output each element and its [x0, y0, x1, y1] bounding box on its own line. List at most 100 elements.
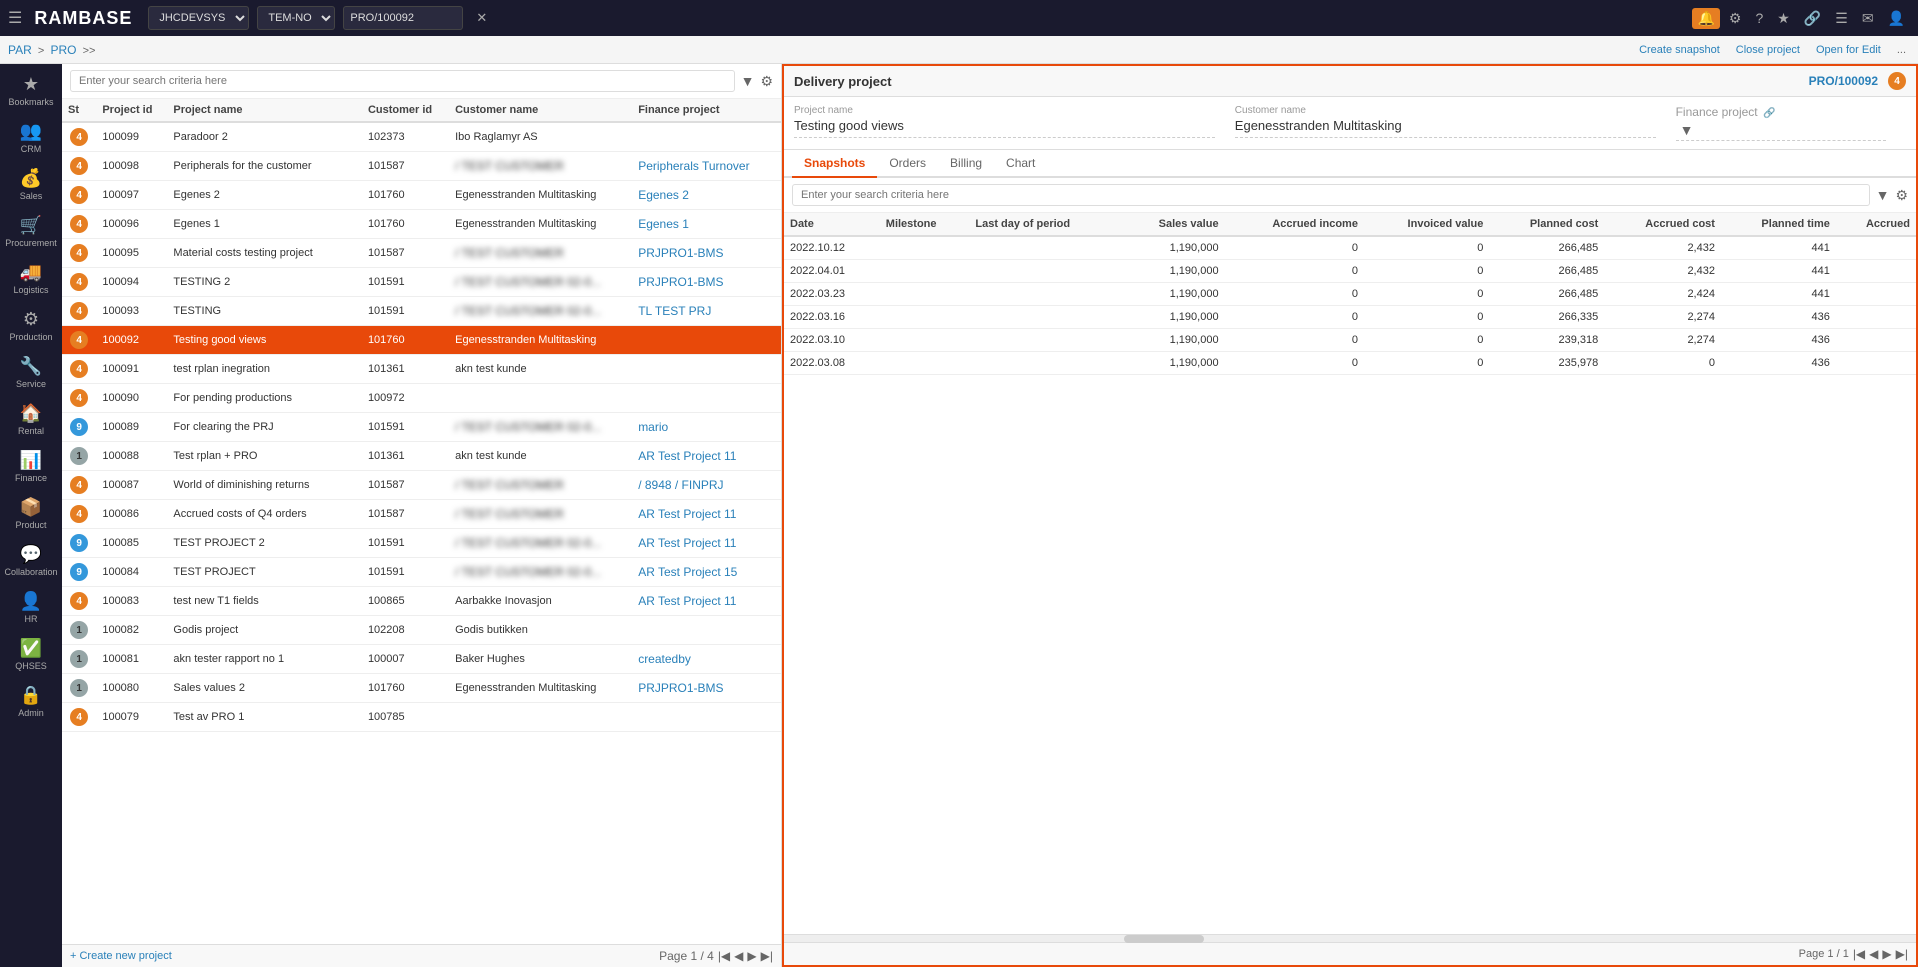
mail-icon[interactable]: ✉: [1857, 8, 1879, 29]
table-row[interactable]: 9 100089 For clearing the PRJ 101591 / T…: [62, 413, 781, 442]
finance-link[interactable]: Egenes 2: [638, 188, 689, 202]
alert-icon[interactable]: 🔔: [1692, 8, 1719, 29]
snapshot-row[interactable]: 2022.03.10 1,190,000 0 0 239,318 2,274 4…: [784, 329, 1916, 352]
finance-dropdown-icon[interactable]: ▼: [1680, 122, 1694, 138]
table-row[interactable]: 4 100090 For pending productions 100972: [62, 384, 781, 413]
finance-project-value[interactable]: ▼: [1676, 121, 1886, 141]
lang-dropdown[interactable]: TEM-NO: [257, 6, 335, 30]
table-row[interactable]: 4 100099 Paradoor 2 102373 Ibo Raglamyr …: [62, 122, 781, 152]
snapshot-row[interactable]: 2022.03.08 1,190,000 0 0 235,978 0 436: [784, 352, 1916, 375]
finance-link[interactable]: / 8948 / FINPRJ: [638, 478, 723, 492]
favorites-icon[interactable]: ★: [1772, 8, 1795, 29]
sidebar-item-finance[interactable]: 📊 Finance: [3, 444, 59, 489]
detail-page-first-button[interactable]: |◀: [1853, 947, 1865, 961]
detail-doc-id[interactable]: PRO/100092: [1809, 74, 1878, 88]
col-header-finproj[interactable]: Finance project: [632, 99, 781, 122]
col-header-projid[interactable]: Project id: [96, 99, 167, 122]
table-row[interactable]: 4 100093 TESTING 101591 / TEST CUSTOMER …: [62, 297, 781, 326]
table-row[interactable]: 1 100081 akn tester rapport no 1 100007 …: [62, 645, 781, 674]
table-row[interactable]: 4 100092 Testing good views 101760 Egene…: [62, 326, 781, 355]
table-row[interactable]: 4 100094 TESTING 2 101591 / TEST CUSTOME…: [62, 268, 781, 297]
doc-search-input[interactable]: [343, 6, 463, 30]
finance-link[interactable]: PRJPRO1-BMS: [638, 681, 723, 695]
project-name-value[interactable]: Testing good views: [794, 118, 1215, 138]
sidebar-item-rental[interactable]: 🏠 Rental: [3, 397, 59, 442]
col-header-custid[interactable]: Customer id: [362, 99, 449, 122]
snapshot-row[interactable]: 2022.03.23 1,190,000 0 0 266,485 2,424 4…: [784, 283, 1916, 306]
finance-link[interactable]: createdby: [638, 652, 691, 666]
finance-link[interactable]: AR Test Project 11: [638, 594, 736, 608]
open-for-edit-button[interactable]: Open for Edit: [1812, 42, 1885, 58]
create-snapshot-button[interactable]: Create snapshot: [1635, 42, 1724, 58]
table-row[interactable]: 4 100098 Peripherals for the customer 10…: [62, 152, 781, 181]
finance-link[interactable]: Egenes 1: [638, 217, 689, 231]
finance-link[interactable]: PRJPRO1-BMS: [638, 275, 723, 289]
table-row[interactable]: 1 100088 Test rplan + PRO 101361 akn tes…: [62, 442, 781, 471]
table-row[interactable]: 4 100079 Test av PRO 1 100785: [62, 703, 781, 732]
list-filter-icon[interactable]: ▼: [741, 73, 755, 89]
sidebar-item-production[interactable]: ⚙ Production: [3, 303, 59, 348]
finance-link[interactable]: AR Test Project 11: [638, 507, 736, 521]
create-new-project-button[interactable]: + Create new project: [70, 950, 172, 962]
sidebar-item-crm[interactable]: 👥 CRM: [3, 115, 59, 160]
sidebar-item-bookmarks[interactable]: ★ Bookmarks: [3, 68, 59, 113]
snapshot-row[interactable]: 2022.04.01 1,190,000 0 0 266,485 2,432 4…: [784, 260, 1916, 283]
customer-name-value[interactable]: Egenesstranden Multitasking: [1235, 118, 1656, 138]
table-row[interactable]: 4 100083 test new T1 fields 100865 Aarba…: [62, 587, 781, 616]
sidebar-item-product[interactable]: 📦 Product: [3, 491, 59, 536]
menu-icon[interactable]: ☰: [8, 8, 22, 28]
col-header-projname[interactable]: Project name: [167, 99, 362, 122]
col-header-custname[interactable]: Customer name: [449, 99, 632, 122]
table-row[interactable]: 1 100080 Sales values 2 101760 Egenesstr…: [62, 674, 781, 703]
table-row[interactable]: 4 100087 World of diminishing returns 10…: [62, 471, 781, 500]
detail-page-next-button[interactable]: ▶: [1882, 947, 1891, 961]
list-search-input[interactable]: [70, 70, 735, 92]
help-icon[interactable]: ?: [1750, 8, 1768, 28]
finance-external-link-icon[interactable]: 🔗: [1763, 108, 1775, 119]
table-row[interactable]: 4 100086 Accrued costs of Q4 orders 1015…: [62, 500, 781, 529]
more-actions-button[interactable]: ...: [1893, 42, 1910, 58]
breadcrumb-pro[interactable]: PRO: [50, 43, 76, 57]
settings-icon[interactable]: ⚙: [1724, 8, 1747, 29]
snapshot-row[interactable]: 2022.03.16 1,190,000 0 0 266,335 2,274 4…: [784, 306, 1916, 329]
page-last-button[interactable]: ▶|: [761, 949, 773, 963]
finance-link[interactable]: AR Test Project 11: [638, 449, 736, 463]
system-dropdown[interactable]: JHCDEVSYS: [148, 6, 249, 30]
finance-link[interactable]: AR Test Project 11: [638, 536, 736, 550]
table-row[interactable]: 1 100082 Godis project 102208 Godis buti…: [62, 616, 781, 645]
link-icon[interactable]: 🔗: [1799, 8, 1826, 29]
tab-chart[interactable]: Chart: [994, 150, 1047, 178]
finance-link[interactable]: PRJPRO1-BMS: [638, 246, 723, 260]
sidebar-item-sales[interactable]: 💰 Sales: [3, 162, 59, 207]
snapshot-settings-icon[interactable]: ⚙: [1895, 187, 1908, 204]
table-row[interactable]: 4 100096 Egenes 1 101760 Egenesstranden …: [62, 210, 781, 239]
detail-page-last-button[interactable]: ▶|: [1896, 947, 1908, 961]
table-row[interactable]: 9 100084 TEST PROJECT 101591 / TEST CUST…: [62, 558, 781, 587]
sidebar-item-collaboration[interactable]: 💬 Collaboration: [3, 538, 59, 583]
snapshot-search-input[interactable]: [792, 184, 1870, 206]
snapshot-filter-icon[interactable]: ▼: [1876, 187, 1890, 203]
sidebar-item-qhses[interactable]: ✅ QHSES: [3, 632, 59, 677]
finance-link[interactable]: TL TEST PRJ: [638, 304, 711, 318]
table-row[interactable]: 4 100091 test rplan inegration 101361 ak…: [62, 355, 781, 384]
snapshot-row[interactable]: 2022.10.12 1,190,000 0 0 266,485 2,432 4…: [784, 236, 1916, 260]
tab-billing[interactable]: Billing: [938, 150, 994, 178]
page-next-button[interactable]: ▶: [747, 949, 756, 963]
table-row[interactable]: 4 100095 Material costs testing project …: [62, 239, 781, 268]
scrollbar-thumb[interactable]: [1124, 935, 1204, 943]
horizontal-scrollbar[interactable]: [784, 934, 1916, 942]
user-icon[interactable]: 👤: [1883, 8, 1910, 29]
page-prev-button[interactable]: ◀: [734, 949, 743, 963]
list-settings-icon[interactable]: ⚙: [760, 73, 773, 90]
sidebar-item-procurement[interactable]: 🛒 Procurement: [3, 209, 59, 254]
finance-link[interactable]: Peripherals Turnover: [638, 159, 749, 173]
finance-link[interactable]: AR Test Project 15: [638, 565, 737, 579]
sidebar-item-service[interactable]: 🔧 Service: [3, 350, 59, 395]
doc-search-button[interactable]: ✕: [471, 8, 492, 28]
finance-link[interactable]: mario: [638, 420, 668, 434]
sidebar-item-admin[interactable]: 🔒 Admin: [3, 679, 59, 724]
close-project-button[interactable]: Close project: [1732, 42, 1804, 58]
sidebar-item-hr[interactable]: 👤 HR: [3, 585, 59, 630]
tab-orders[interactable]: Orders: [877, 150, 938, 178]
apps-icon[interactable]: ☰: [1830, 8, 1853, 29]
